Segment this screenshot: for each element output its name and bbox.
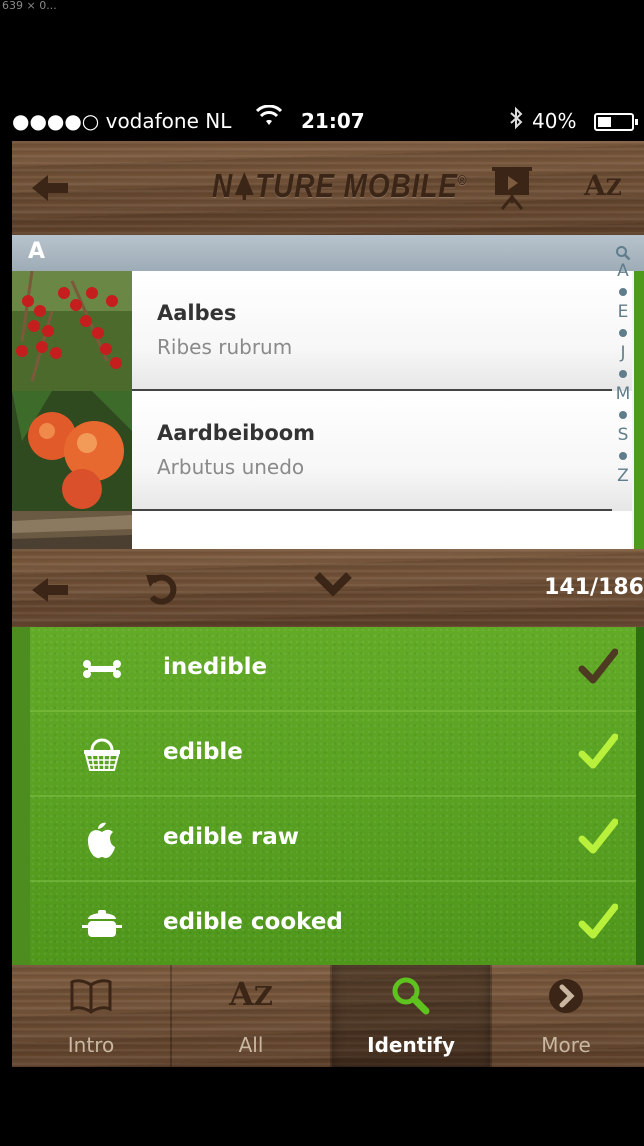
species-name: Aalbes	[157, 301, 237, 325]
result-count: 141/186	[544, 575, 644, 600]
filter-label: edible	[163, 739, 243, 765]
filter-row-edible[interactable]: edible	[30, 712, 636, 797]
book-icon	[70, 979, 112, 1014]
index-dot[interactable]	[619, 329, 627, 337]
tab-label: Identify	[367, 1033, 455, 1057]
chevron-down-icon[interactable]	[314, 569, 352, 599]
battery-icon	[594, 113, 638, 131]
checkmark-icon[interactable]	[578, 732, 618, 772]
pot-icon	[82, 910, 122, 937]
app-header: N TURE MOBILE® AZ	[12, 141, 644, 235]
filter-row-edible-cooked[interactable]: edible cooked	[30, 882, 636, 967]
checkmark-icon[interactable]	[578, 647, 618, 687]
tab-label: Intro	[67, 1033, 115, 1057]
az-icon: AZ	[216, 975, 286, 1017]
index-dot[interactable]	[619, 370, 627, 378]
list-item[interactable]: Aalbes Ribes rubrum	[12, 271, 632, 391]
species-latin-name: Ribes rubrum	[157, 335, 293, 359]
nature-mobile-logo: N TURE MOBILE®	[212, 167, 467, 211]
logo-text-end: TURE MOBILE	[255, 167, 458, 204]
index-dot[interactable]	[619, 288, 627, 296]
basket-icon	[84, 738, 120, 771]
az-sort-letter-z: Z	[605, 175, 622, 201]
species-name: Aardbeiboom	[157, 421, 316, 445]
az-icon-letter-z: Z	[253, 982, 273, 1012]
alphabet-index[interactable]: A E J M S Z	[612, 237, 634, 549]
logo-text-start: N	[212, 167, 234, 204]
species-thumbnail	[12, 271, 132, 391]
section-header: A	[12, 235, 644, 271]
tab-label: More	[541, 1033, 591, 1057]
filter-list: inedible edible edible raw edible cooked	[30, 627, 636, 967]
filter-label: edible cooked	[163, 909, 343, 935]
filter-panel-edge	[12, 627, 30, 965]
tab-more[interactable]: More	[488, 965, 644, 1067]
index-dot[interactable]	[619, 452, 627, 460]
status-bar: ●●●●○ vodafone NL 21:07 40%	[12, 95, 644, 141]
more-icon	[549, 979, 583, 1013]
index-letter-m[interactable]: M	[612, 384, 634, 405]
index-letter-a[interactable]: A	[612, 261, 634, 282]
tab-all[interactable]: AZ All	[172, 965, 330, 1067]
tab-label: All	[238, 1033, 264, 1057]
arrow-left-icon[interactable]	[28, 171, 72, 205]
presentation-icon[interactable]	[490, 165, 534, 211]
filter-label: edible raw	[163, 824, 300, 850]
list-item[interactable]: Aardbeiboom Arbutus unedo	[12, 391, 632, 511]
identify-toolbar: 141/186	[12, 549, 644, 627]
wifi-icon	[256, 105, 282, 125]
checkmark-icon[interactable]	[578, 817, 618, 857]
tab-intro[interactable]: Intro	[12, 965, 170, 1067]
bone-icon	[83, 660, 121, 678]
search-icon[interactable]	[615, 245, 631, 261]
species-list[interactable]: Aalbes Ribes rubrum Aardbeiboom Arbutus …	[12, 271, 644, 549]
page-meta: 639 × 0...	[2, 0, 57, 12]
species-thumbnail	[12, 511, 132, 549]
tab-identify[interactable]: Identify	[332, 965, 490, 1067]
list-accent-edge	[634, 271, 644, 549]
arrow-left-icon[interactable]	[28, 575, 72, 605]
filter-label: inedible	[163, 654, 268, 680]
az-icon-letter-a: A	[229, 975, 254, 1013]
clock: 21:07	[301, 109, 365, 133]
az-sort-button[interactable]: AZ	[584, 169, 622, 202]
species-thumbnail	[12, 391, 132, 511]
tab-bar: Intro AZ All Identify More	[12, 965, 644, 1067]
tree-icon	[234, 172, 254, 200]
filter-row-edible-raw[interactable]: edible raw	[30, 797, 636, 882]
species-latin-name: Arbutus unedo	[157, 455, 305, 479]
registered-mark: ®	[457, 172, 468, 188]
index-letter-z[interactable]: Z	[612, 466, 634, 487]
az-sort-letter-a: A	[584, 169, 606, 202]
index-letter-e[interactable]: E	[612, 302, 634, 323]
app-screen: ●●●●○ vodafone NL 21:07 40% N TURE MOBILE…	[12, 95, 644, 1095]
index-letter-j[interactable]: J	[612, 343, 634, 364]
carrier-label: ●●●●○ vodafone NL	[12, 109, 232, 133]
index-dot[interactable]	[619, 411, 627, 419]
bluetooth-icon	[510, 106, 523, 130]
search-icon	[392, 977, 430, 1015]
filter-panel: inedible edible edible raw edible cooked	[12, 627, 644, 967]
apple-icon	[88, 822, 115, 858]
reset-icon[interactable]	[144, 569, 180, 607]
index-letter-s[interactable]: S	[612, 425, 634, 446]
filter-row-inedible[interactable]: inedible	[30, 627, 636, 712]
checkmark-icon[interactable]	[578, 902, 618, 942]
battery-percent: 40%	[532, 109, 577, 133]
list-item[interactable]	[12, 511, 632, 549]
